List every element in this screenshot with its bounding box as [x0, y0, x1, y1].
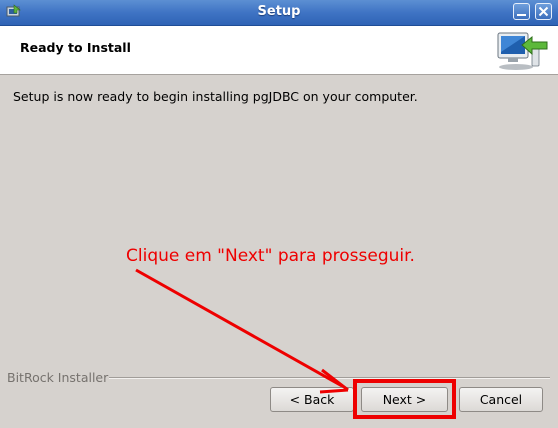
back-button[interactable]: < Back — [270, 387, 354, 412]
installer-brand: BitRock Installer — [7, 370, 109, 385]
next-highlight-box — [353, 379, 456, 419]
minimize-icon — [517, 14, 526, 16]
page-header: Ready to Install — [0, 26, 558, 75]
install-ready-message: Setup is now ready to begin installing p… — [13, 89, 418, 104]
minimize-button[interactable] — [513, 3, 530, 20]
cancel-button[interactable]: Cancel — [459, 387, 543, 412]
window-title: Setup — [257, 4, 301, 19]
page-title: Ready to Install — [20, 40, 131, 55]
footer-divider — [109, 377, 550, 379]
close-icon — [538, 6, 549, 17]
close-button[interactable] — [535, 3, 552, 20]
title-bar: Setup — [0, 0, 558, 26]
annotation-instruction: Clique em "Next" para prosseguir. — [126, 246, 415, 266]
computer-install-arrow-icon — [497, 32, 548, 70]
